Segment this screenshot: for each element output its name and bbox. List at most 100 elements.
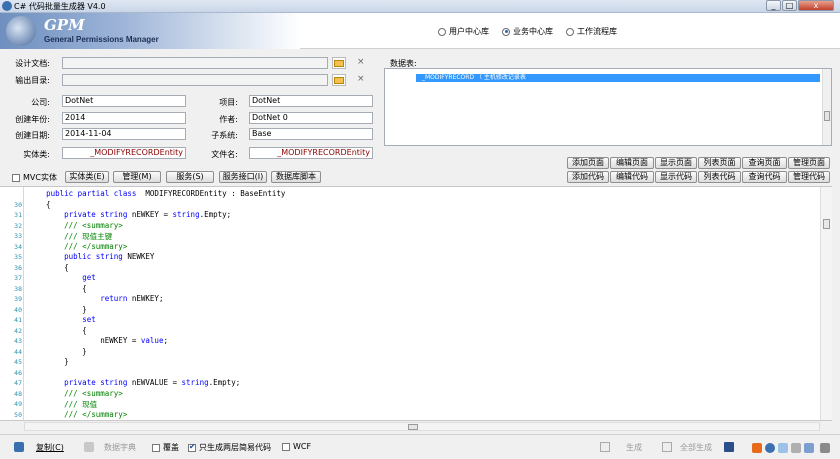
code-horizontal-scrollbar[interactable] — [24, 422, 820, 431]
query-page-button[interactable]: 查询页面 — [742, 157, 787, 169]
author-field[interactable]: DotNet 0 — [249, 112, 373, 124]
code-line: /// </summary> — [64, 409, 128, 419]
wcf-label: WCF — [293, 442, 312, 451]
folder-open-icon[interactable] — [332, 57, 346, 69]
save-icon[interactable] — [724, 442, 734, 452]
code-line: /// </summary> — [64, 241, 128, 251]
show-page-button[interactable]: 显示页面 — [655, 157, 697, 169]
line-number: 40 — [14, 305, 22, 314]
copy-button[interactable]: 复制(C) — [36, 442, 64, 453]
tab-db-script[interactable]: 数据库脚本 — [271, 171, 321, 183]
code-vertical-scrollbar[interactable] — [820, 187, 832, 420]
radio-label: 业务中心库 — [513, 27, 553, 36]
filename-field[interactable]: _MODIFYRECORDEntity — [249, 147, 373, 159]
code-line: { — [28, 283, 87, 293]
date-label: 创建日期: — [15, 131, 50, 140]
scroll-thumb[interactable] — [824, 111, 830, 121]
list-code-button[interactable]: 列表代码 — [698, 171, 741, 183]
line-number: 45 — [14, 358, 22, 366]
radio-user-center[interactable]: 用户中心库 — [438, 26, 489, 37]
close-button[interactable]: x — [798, 0, 834, 11]
copy-icon — [14, 442, 24, 452]
clear-output-dir-icon[interactable]: × — [357, 74, 365, 84]
line-number: 50 — [14, 410, 22, 419]
generate-button[interactable]: 生成 — [626, 442, 642, 453]
line-number: 38 — [14, 284, 22, 293]
output-dir-label: 输出目录: — [15, 76, 50, 85]
year-field[interactable]: 2014 — [62, 112, 186, 124]
code-line: public partial class MODIFYRECORDEntity … — [46, 189, 286, 198]
dictionary-icon — [84, 442, 94, 452]
code-line: } — [28, 357, 69, 366]
code-line: /// 现值 — [64, 400, 98, 409]
tab-service-interface[interactable]: 服务接口(I) — [219, 171, 267, 183]
tab-entity[interactable]: 实体类(E) — [65, 171, 109, 183]
simple-code-checkbox[interactable]: 只生成两层简易代码 — [188, 442, 271, 453]
scroll-thumb[interactable] — [408, 424, 418, 430]
maximize-button[interactable]: □ — [782, 0, 797, 11]
entity-label: 实体类: — [23, 150, 50, 159]
tab-manage[interactable]: 管理(M) — [113, 171, 161, 183]
year-label: 创建年份: — [15, 115, 50, 124]
logo-title: GPM — [44, 16, 85, 34]
line-number: 49 — [14, 400, 22, 408]
radio-dot — [438, 27, 446, 36]
edit-page-button[interactable]: 编辑页面 — [610, 157, 654, 169]
scroll-thumb[interactable] — [823, 219, 830, 229]
tab-service[interactable]: 服务(S) — [166, 171, 214, 183]
manage-page-button[interactable]: 管理页面 — [788, 157, 830, 169]
moon-icon — [765, 443, 775, 453]
line-number: 35 — [14, 253, 22, 261]
settings-icon — [820, 443, 830, 453]
clear-design-doc-icon[interactable]: × — [357, 57, 365, 67]
code-line: { — [28, 199, 51, 209]
manage-code-button[interactable]: 管理代码 — [788, 171, 830, 183]
mvc-checkbox[interactable]: MVC实体 — [12, 172, 57, 183]
app-icon — [2, 1, 12, 11]
logo-banner: GPM General Permissions Manager — [0, 13, 300, 49]
edit-code-button[interactable]: 编辑代码 — [610, 171, 654, 183]
code-editor[interactable]: 30 31 32 33 34 35 36 37 38 39 40 41 42 43 44 45 46 47 48 49… — [0, 186, 832, 421]
date-field[interactable]: 2014-11-04 — [62, 128, 186, 140]
code-line: nEWKEY = value; — [28, 336, 168, 345]
code-line: /// <summary> — [64, 220, 123, 230]
radio-workflow[interactable]: 工作流程库 — [566, 26, 617, 37]
minimize-button[interactable]: _ — [766, 0, 781, 11]
company-label: 公司: — [31, 98, 50, 107]
data-dictionary-button[interactable]: 数据字典 — [104, 442, 136, 453]
code-line: private string nEWVALUE = string.Empty; — [64, 378, 241, 387]
dbtable-scrollbar[interactable] — [822, 69, 831, 145]
design-doc-field[interactable] — [62, 57, 328, 69]
ime-icon — [752, 443, 762, 453]
code-line: private string nEWKEY = string.Empty; — [64, 210, 232, 219]
add-page-button[interactable]: 添加页面 — [567, 157, 609, 169]
mvc-label: MVC实体 — [23, 173, 57, 182]
overwrite-label: 覆盖 — [163, 443, 179, 452]
radio-business-center[interactable]: 业务中心库 — [502, 26, 553, 37]
line-number: 39 — [14, 295, 22, 303]
dbtable-list[interactable]: _MODIFYRECORD （ 主机修改记录表 — [384, 68, 832, 146]
output-dir-field[interactable] — [62, 74, 328, 86]
show-code-button[interactable]: 显示代码 — [655, 171, 697, 183]
query-code-button[interactable]: 查询代码 — [742, 171, 787, 183]
list-page-button[interactable]: 列表页面 — [698, 157, 741, 169]
overwrite-checkbox[interactable]: 覆盖 — [152, 442, 179, 453]
generate-all-icon — [662, 442, 672, 452]
line-number: 46 — [14, 368, 22, 377]
folder-open-icon[interactable] — [332, 74, 346, 86]
radio-label: 用户中心库 — [449, 27, 489, 36]
subsystem-field[interactable]: Base — [249, 128, 373, 140]
code-line: /// <summary> — [64, 388, 123, 398]
project-field[interactable]: DotNet — [249, 95, 373, 107]
add-code-button[interactable]: 添加代码 — [567, 171, 609, 183]
checkbox-box — [282, 442, 290, 451]
list-item[interactable]: _MODIFYRECORD （ 主机修改记录表 — [416, 74, 820, 82]
generate-all-button[interactable]: 全部生成 — [680, 442, 712, 453]
header: GPM General Permissions Manager 用户中心库 业务… — [0, 13, 840, 49]
wcf-checkbox[interactable]: WCF — [282, 442, 311, 451]
keyboard-icon — [791, 443, 801, 453]
company-field[interactable]: DotNet — [62, 95, 186, 107]
radio-label: 工作流程库 — [577, 27, 617, 36]
line-number: 33 — [14, 232, 22, 240]
entity-field[interactable]: _MODIFYRECORDEntity — [62, 147, 186, 159]
